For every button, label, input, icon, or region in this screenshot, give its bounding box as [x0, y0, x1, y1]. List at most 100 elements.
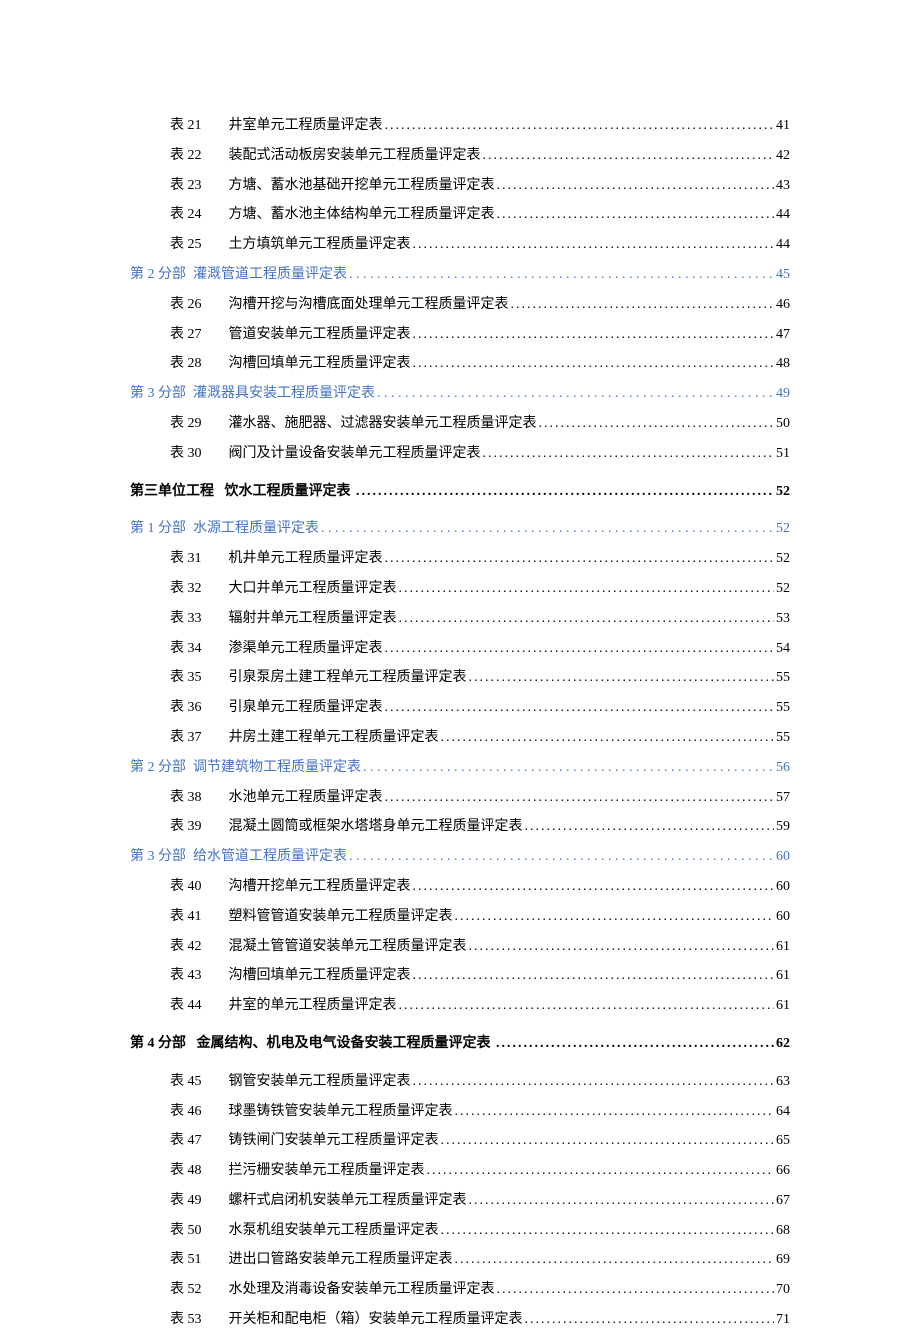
toc-entry-page: 43: [776, 174, 790, 198]
toc-leader: [497, 203, 775, 227]
toc-entry: 表 37 井房土建工程单元工程质量评定表55: [130, 726, 790, 750]
toc-entry-title: 拦污栅安装单元工程质量评定表: [229, 1159, 425, 1183]
toc-leader: [469, 1189, 775, 1213]
toc-entry-prefix: 表 48: [170, 1159, 218, 1183]
toc-entry-page: 70: [776, 1278, 790, 1302]
toc-entry-title: 塑料管管道安装单元工程质量评定表: [229, 905, 453, 929]
toc-entry-page: 63: [776, 1070, 790, 1094]
toc-entry-prefix: 表 27: [170, 323, 218, 347]
toc-entry-prefix: 表 29: [170, 412, 218, 436]
toc-entry-title: 水源工程质量评定表: [193, 517, 319, 541]
table-of-contents: 表 21 井室单元工程质量评定表41表 22 装配式活动板房安装单元工程质量评定…: [130, 114, 790, 1332]
toc-entry: 表 28 沟槽回填单元工程质量评定表48: [130, 352, 790, 376]
toc-entry: 表 34 渗渠单元工程质量评定表54: [130, 637, 790, 661]
toc-leader: [385, 547, 775, 571]
toc-entry: 表 25 土方填筑单元工程质量评定表 44: [130, 233, 790, 257]
toc-entry: 表 35 引泉泵房土建工程单元工程质量评定表55: [130, 666, 790, 690]
toc-entry: 表 32 大口井单元工程质量评定表52: [130, 577, 790, 601]
toc-leader: [413, 964, 775, 988]
toc-entry: 表 53 开关柜和配电柜（箱）安装单元工程质量评定表71: [130, 1308, 790, 1332]
toc-entry-title: 辐射井单元工程质量评定表: [229, 607, 397, 631]
toc-entry-page: 55: [776, 666, 790, 690]
toc-entry-prefix: 表 49: [170, 1189, 218, 1213]
toc-entry-prefix: 表 52: [170, 1278, 218, 1302]
toc-entry-title: 铸铁闸门安装单元工程质量评定表: [229, 1129, 439, 1153]
toc-entry-page: 66: [776, 1159, 790, 1183]
toc-entry-page: 50: [776, 412, 790, 436]
toc-leader: [385, 696, 775, 720]
toc-entry: 表 30 阀门及计量设备安装单元工程质量评定表51: [130, 442, 790, 466]
toc-entry: 表 22 装配式活动板房安装单元工程质量评定表42: [130, 144, 790, 168]
toc-entry-page: 51: [776, 442, 790, 466]
toc-leader: [441, 726, 775, 750]
toc-leader: [483, 442, 775, 466]
toc-entry: 表 44 井室的单元工程质量评定表61: [130, 994, 790, 1018]
toc-entry-title: 井房土建工程单元工程质量评定表: [229, 726, 439, 750]
toc-entry: 表 45 钢管安装单元工程质量评定表63: [130, 1070, 790, 1094]
toc-entry-prefix: 表 43: [170, 964, 218, 988]
toc-leader: [427, 1159, 775, 1183]
toc-entry: 表 40 沟槽开挖单元工程质量评定表60: [130, 875, 790, 899]
toc-entry-page: 60: [776, 845, 790, 869]
toc-entry-title: 沟槽回填单元工程质量评定表: [229, 352, 411, 376]
toc-entry-title: 灌溉器具安装工程质量评定表: [193, 382, 375, 406]
toc-entry-title: 引泉单元工程质量评定表: [229, 696, 383, 720]
toc-entry-title: 井室的单元工程质量评定表: [229, 994, 397, 1018]
toc-entry-page: 52: [776, 517, 790, 541]
toc-leader: [469, 935, 775, 959]
toc-entry-title: 引泉泵房土建工程单元工程质量评定表: [229, 666, 467, 690]
toc-leader: [441, 1129, 775, 1153]
toc-entry-title: 井室单元工程质量评定表: [229, 114, 383, 138]
toc-entry: 表 51 进出口管路安装单元工程质量评定表69: [130, 1248, 790, 1272]
toc-leader: [539, 412, 775, 436]
toc-leader: [455, 905, 775, 929]
toc-entry: 表 49 螺杆式启闭机安装单元工程质量评定表67: [130, 1189, 790, 1213]
toc-entry-title: 钢管安装单元工程质量评定表: [229, 1070, 411, 1094]
toc-entry-prefix: 第三单位工程: [130, 480, 214, 504]
toc-entry-title: 饮水工程质量评定表: [225, 480, 351, 504]
toc-entry-title: 螺杆式启闭机安装单元工程质量评定表: [229, 1189, 467, 1213]
toc-leader: [385, 114, 775, 138]
toc-entry-page: 52: [776, 577, 790, 601]
toc-entry-title: 水池单元工程质量评定表: [229, 786, 383, 810]
toc-entry-page: 44: [776, 203, 790, 227]
toc-entry: 表 23 方塘、蓄水池基础开挖单元工程质量评定表43: [130, 174, 790, 198]
toc-leader: [399, 607, 775, 631]
toc-entry: 表 38 水池单元工程质量评定表57: [130, 786, 790, 810]
toc-entry: 表 41 塑料管管道安装单元工程质量评定表60: [130, 905, 790, 929]
toc-entry-title: 土方填筑单元工程质量评定表: [229, 233, 411, 257]
toc-entry-page: 62: [776, 1032, 790, 1056]
toc-leader: [511, 293, 775, 317]
toc-entry-page: 65: [776, 1129, 790, 1153]
toc-entry-page: 44: [776, 233, 790, 257]
toc-entry-page: 42: [776, 144, 790, 168]
toc-entry-title: 机井单元工程质量评定表: [229, 547, 383, 571]
toc-entry-title: 金属结构、机电及电气设备安装工程质量评定表: [197, 1032, 491, 1056]
toc-leader: [385, 637, 775, 661]
toc-leader: [385, 786, 775, 810]
toc-entry: 第 3 分部 给水管道工程质量评定表60: [130, 845, 790, 869]
toc-leader: [413, 352, 775, 376]
toc-entry-page: 41: [776, 114, 790, 138]
toc-leader: [349, 263, 774, 287]
toc-leader: [399, 577, 775, 601]
toc-entry-prefix: 表 51: [170, 1248, 218, 1272]
toc-entry-prefix: 表 47: [170, 1129, 218, 1153]
toc-entry-title: 管道安装单元工程质量评定表: [229, 323, 411, 347]
toc-entry-page: 61: [776, 935, 790, 959]
toc-entry: 第 2 分部 调节建筑物工程质量评定表56: [130, 756, 790, 780]
toc-entry-page: 52: [776, 547, 790, 571]
toc-entry-page: 55: [776, 726, 790, 750]
toc-entry-prefix: 表 39: [170, 815, 218, 839]
toc-entry: 表 26 沟槽开挖与沟槽底面处理单元工程质量评定表46: [130, 293, 790, 317]
toc-entry-prefix: 表 25: [170, 233, 218, 257]
toc-entry-prefix: 第 2 分部: [130, 263, 186, 287]
toc-entry-title: 装配式活动板房安装单元工程质量评定表: [229, 144, 481, 168]
toc-entry-prefix: 表 50: [170, 1219, 218, 1243]
toc-leader: [496, 1032, 774, 1056]
toc-leader: [441, 1219, 775, 1243]
toc-entry-prefix: 第 4 分部: [130, 1032, 186, 1056]
toc-entry: 表 50 水泵机组安装单元工程质量评定表68: [130, 1219, 790, 1243]
toc-entry-page: 46: [776, 293, 790, 317]
toc-entry-prefix: 表 26: [170, 293, 218, 317]
